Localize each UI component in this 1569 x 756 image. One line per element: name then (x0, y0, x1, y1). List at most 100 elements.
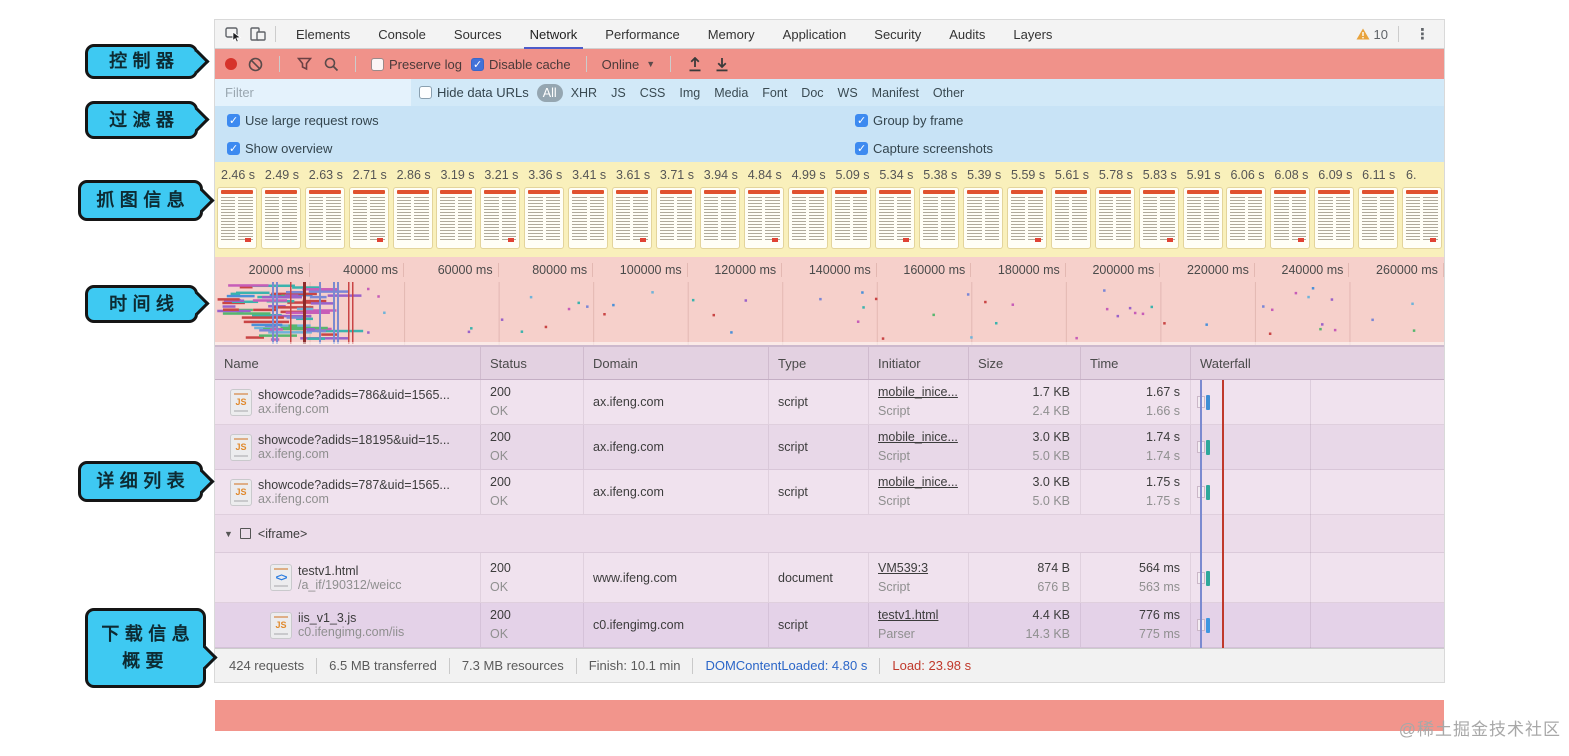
hide-data-urls-checkbox[interactable]: Hide data URLs (419, 85, 529, 100)
request-row[interactable]: JS showcode?adids=18195&uid=15... ax.ifeng… (215, 425, 1444, 470)
export-har-icon[interactable] (713, 55, 731, 73)
waterfall-cell[interactable] (1190, 470, 1444, 514)
name-cell[interactable]: JS showcode?adids=18195&uid=15... ax.ifeng… (215, 425, 480, 469)
tab-security[interactable]: Security (860, 20, 935, 49)
preserve-log-checkbox-box[interactable] (371, 57, 384, 71)
warning-indicator[interactable]: 10 (1356, 27, 1388, 42)
disclosure-triangle-icon[interactable]: ▼ (224, 529, 233, 539)
screenshot-thumbnail[interactable] (1095, 188, 1134, 248)
screenshot-thumbnail[interactable] (1227, 188, 1266, 248)
type-filter-xhr[interactable]: XHR (565, 84, 603, 102)
disable-cache-checkbox-box[interactable] (470, 57, 484, 71)
screenshot-thumbnail[interactable] (217, 188, 256, 248)
type-filter-other[interactable]: Other (927, 84, 970, 102)
import-har-icon[interactable] (686, 55, 704, 73)
type-filter-doc[interactable]: Doc (795, 84, 829, 102)
throttling-dropdown[interactable]: Online ▼ (602, 57, 656, 72)
waterfall-cell[interactable] (1190, 380, 1444, 424)
show-overview-checkbox[interactable]: Show overview (215, 141, 855, 156)
name-cell[interactable]: JS iis_v1_3.js c0.ifengimg.com/iis (215, 603, 480, 647)
initiator-link[interactable]: mobile_inice... (878, 428, 968, 447)
screenshot-thumbnail[interactable] (920, 188, 959, 248)
timeline-overview-graph[interactable] (215, 282, 1444, 347)
tab-layers[interactable]: Layers (999, 20, 1066, 49)
record-button[interactable] (225, 58, 237, 70)
screenshot-thumbnail[interactable] (1402, 188, 1441, 248)
type-filter-media[interactable]: Media (708, 84, 754, 102)
screenshot-thumbnail[interactable] (1051, 188, 1090, 248)
device-toolbar-icon[interactable] (245, 23, 269, 45)
column-header-initiator[interactable]: Initiator (868, 347, 968, 379)
request-row[interactable]: JS iis_v1_3.js c0.ifengimg.com/iis 200 OK c0.… (215, 603, 1444, 648)
type-filter-manifest[interactable]: Manifest (866, 84, 925, 102)
type-filter-all[interactable]: All (536, 83, 563, 102)
screenshot-thumbnail[interactable] (1007, 188, 1046, 248)
disable-cache-checkbox[interactable]: Disable cache (470, 57, 571, 72)
screenshot-thumbnail[interactable] (1315, 188, 1354, 248)
request-row[interactable]: JS showcode?adids=786&uid=1565... ax.ifeng… (215, 380, 1444, 425)
screenshot-thumbnail[interactable] (437, 188, 476, 248)
screenshot-thumbnail[interactable] (569, 188, 608, 248)
screenshot-thumbnail[interactable] (964, 188, 1003, 248)
tab-performance[interactable]: Performance (591, 20, 693, 49)
clear-button[interactable] (246, 55, 264, 73)
waterfall-cell[interactable] (1190, 603, 1444, 647)
column-header-status[interactable]: Status (480, 347, 583, 379)
screenshot-thumbnail[interactable] (525, 188, 564, 248)
tab-network[interactable]: Network (516, 20, 592, 49)
screenshot-thumbnail[interactable] (1359, 188, 1398, 248)
screenshot-thumbnail[interactable] (700, 188, 739, 248)
screenshot-thumbnail[interactable] (261, 188, 300, 248)
tab-audits[interactable]: Audits (935, 20, 999, 49)
request-row[interactable]: <> testv1.html/a_if/190312/weicc 200 OK www.… (215, 553, 1444, 603)
type-filter-img[interactable]: Img (673, 84, 706, 102)
show-overview-box[interactable] (227, 141, 240, 155)
initiator-link[interactable]: testv1.html (878, 606, 968, 625)
use-large-request-rows-box[interactable] (227, 113, 240, 127)
kebab-menu-icon[interactable]: ⋮ (1409, 25, 1436, 43)
request-row[interactable]: JS showcode?adids=787&uid=1565... ax.ifeng… (215, 470, 1444, 515)
column-header-domain[interactable]: Domain (583, 347, 768, 379)
inspect-element-icon[interactable] (221, 23, 245, 45)
screenshot-thumbnail[interactable] (744, 188, 783, 248)
filter-input[interactable] (215, 79, 411, 106)
timeline-overview[interactable]: 20000 ms 40000 ms 60000 ms 80000 ms 100000 m… (215, 257, 1444, 347)
name-cell[interactable]: JS showcode?adids=786&uid=1565... ax.ifeng… (215, 380, 480, 424)
tab-sources[interactable]: Sources (440, 20, 516, 49)
screenshot-thumbnail[interactable] (612, 188, 651, 248)
name-cell[interactable]: <> testv1.html/a_if/190312/weicc (215, 553, 480, 602)
type-filter-js[interactable]: JS (605, 84, 632, 102)
screenshot-thumbnail[interactable] (305, 188, 344, 248)
column-header-size[interactable]: Size (968, 347, 1080, 379)
tab-application[interactable]: Application (769, 20, 861, 49)
hide-data-urls-checkbox-box[interactable] (419, 86, 432, 99)
group-by-frame-checkbox[interactable]: Group by frame (855, 113, 963, 128)
column-header-type[interactable]: Type (768, 347, 868, 379)
initiator-link[interactable]: mobile_inice... (878, 383, 968, 402)
waterfall-cell[interactable] (1190, 553, 1444, 602)
screenshot-thumbnail[interactable] (656, 188, 695, 248)
use-large-request-rows-checkbox[interactable]: Use large request rows (215, 113, 855, 128)
capture-screenshots-box[interactable] (855, 141, 868, 155)
screenshot-thumbnail[interactable] (349, 188, 388, 248)
initiator-link[interactable]: VM539:3 (878, 559, 968, 578)
initiator-link[interactable]: mobile_inice... (878, 473, 968, 492)
waterfall-cell[interactable] (1190, 425, 1444, 469)
filter-icon[interactable] (295, 55, 313, 73)
preserve-log-checkbox[interactable]: Preserve log (371, 57, 462, 72)
name-cell[interactable]: JS showcode?adids=787&uid=1565... ax.ifeng… (215, 470, 480, 514)
screenshot-thumbnail[interactable] (1183, 188, 1222, 248)
column-header-time[interactable]: Time (1080, 347, 1190, 379)
capture-screenshots-checkbox[interactable]: Capture screenshots (855, 141, 993, 156)
group-name-cell[interactable]: ▼ <iframe> (215, 515, 1444, 552)
frame-group-row[interactable]: ▼ <iframe> (215, 515, 1444, 553)
type-filter-ws[interactable]: WS (832, 84, 864, 102)
column-header-waterfall[interactable]: Waterfall (1190, 347, 1444, 379)
column-header-name[interactable]: Name (215, 347, 480, 379)
screenshot-thumbnail[interactable] (832, 188, 871, 248)
screenshot-thumbnail[interactable] (1271, 188, 1310, 248)
tab-memory[interactable]: Memory (694, 20, 769, 49)
screenshot-thumbnail[interactable] (481, 188, 520, 248)
search-icon[interactable] (322, 55, 340, 73)
group-by-frame-box[interactable] (855, 113, 868, 127)
